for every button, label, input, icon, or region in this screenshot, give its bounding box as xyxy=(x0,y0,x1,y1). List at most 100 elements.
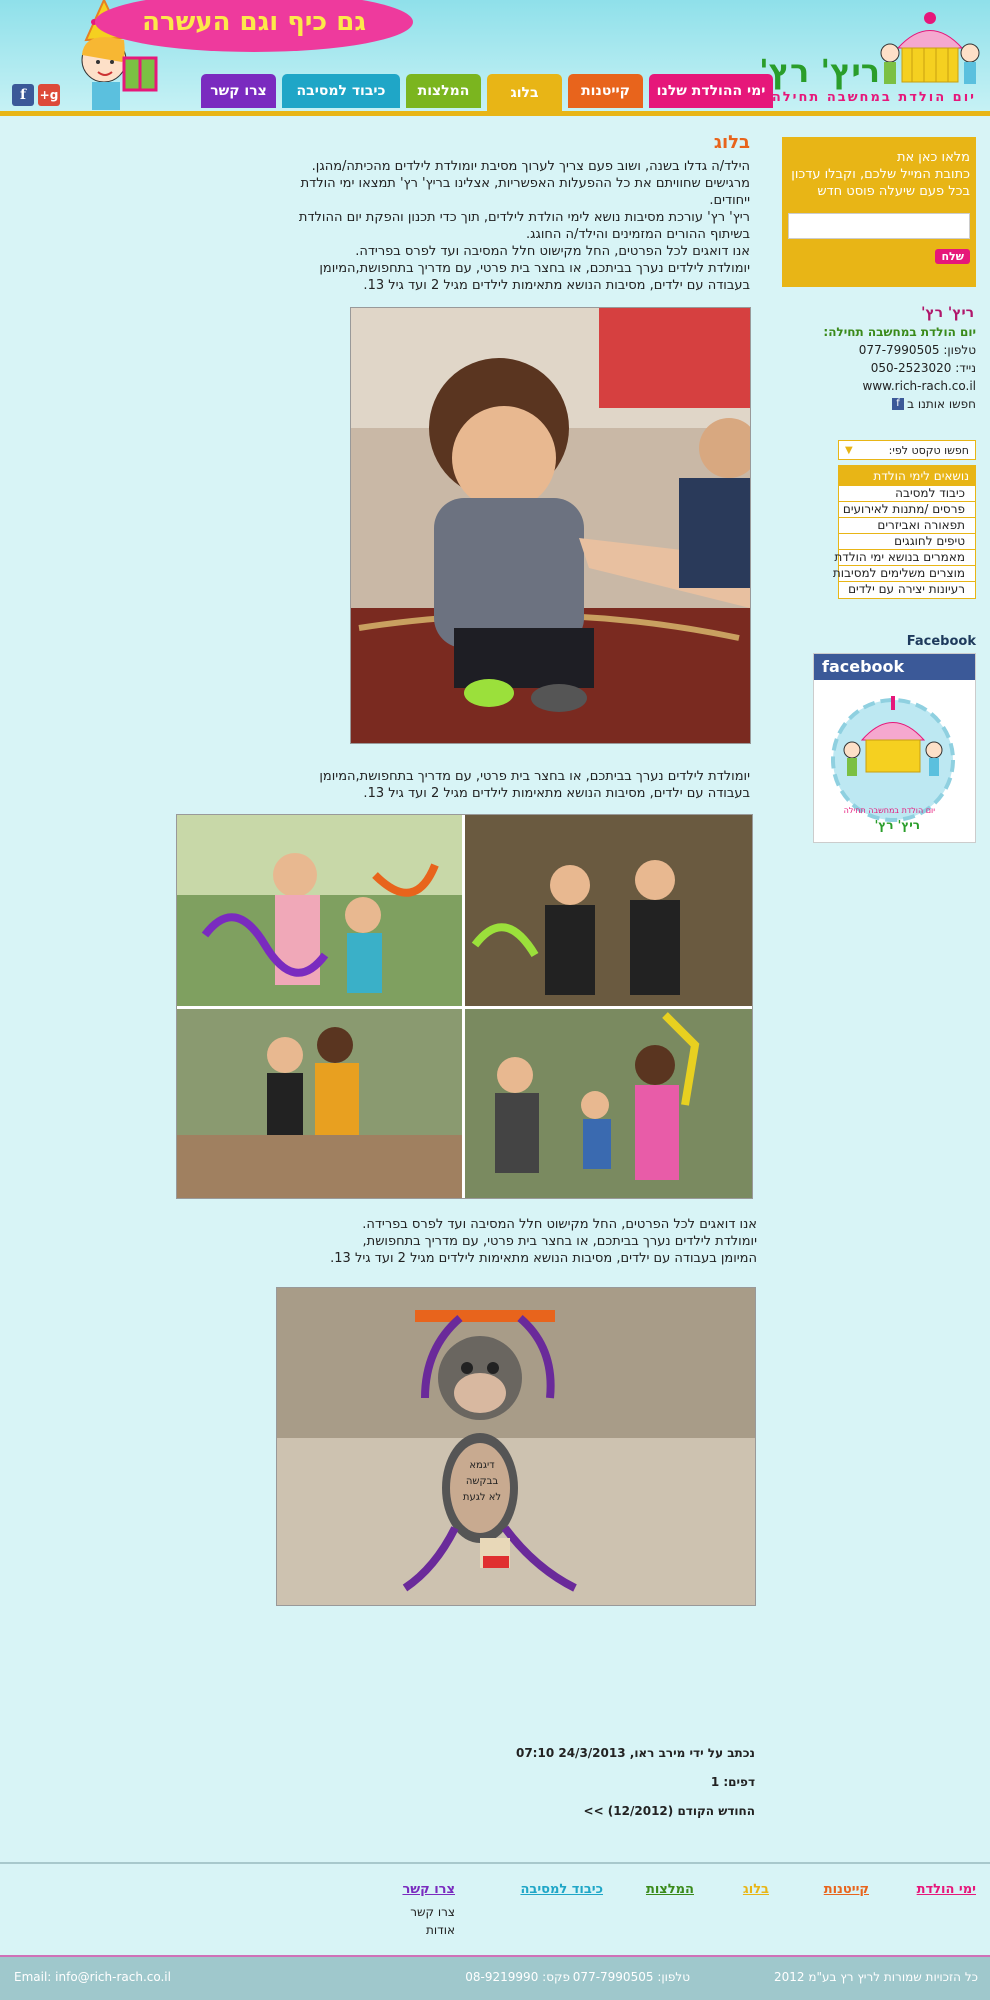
contact-mobile: נייד: 050-2523020 xyxy=(871,361,976,375)
footer-link-recommendations[interactable]: המלצות xyxy=(646,1882,694,1897)
facebook-icon[interactable]: f xyxy=(12,84,34,106)
facebook-brand: facebook xyxy=(814,654,975,680)
nav-label: בלוג xyxy=(510,85,539,101)
facebook-widget[interactable]: facebook יום הולדת במחשבה תחילה ריץ' רץ' xyxy=(813,653,976,843)
text-line: בעבודה עם ילדים, מסיבות הנושא מתאימות לי… xyxy=(363,278,750,293)
cupcake-logo-icon xyxy=(880,12,980,84)
text-line: יומולדת לילדים נערך בביתכם, או בחצר בית … xyxy=(319,769,750,784)
text-line: אנו דואגים לכל הפרטים, החל מקישוט חלל המ… xyxy=(355,244,750,259)
category-item[interactable]: טיפים לחוגגים xyxy=(839,534,975,550)
footer-link-blog[interactable]: בלוג xyxy=(743,1882,769,1897)
categories-title: נושאים לימי הולדת xyxy=(839,466,975,486)
contact-tagline: יום הולדת במחשבה תחילה: xyxy=(823,325,976,339)
footer-link-contact[interactable]: צרו קשר xyxy=(402,1882,455,1897)
nav-label: ימי ההולדת שלנו xyxy=(656,83,766,99)
nav-camps[interactable]: קייטנות xyxy=(568,74,643,108)
text-line: בעבודה עם ילדים, מסיבות הנושא מתאימות לי… xyxy=(363,786,750,801)
footer-sub-about[interactable]: אודות xyxy=(426,1923,455,1937)
photo-collage xyxy=(176,814,753,1199)
pagination: דפים: 1 xyxy=(710,1775,755,1789)
footer-link-birthdays[interactable]: ימי הולדת xyxy=(917,1882,976,1897)
logo-name[interactable]: ריץ' רץ' xyxy=(759,52,880,90)
text-line: המיומן בעבודה עם ילדים, מסיבות הנושא מתא… xyxy=(330,1251,757,1266)
paragraph-2: יומולדת לילדים נערך בביתכם, או בחצר בית … xyxy=(270,768,750,802)
facebook-text: חפשו אותנו ב xyxy=(907,397,976,411)
contact-name: ריץ' רץ' xyxy=(921,305,974,321)
footer-divider xyxy=(0,1862,990,1864)
paragraph-3: אנו דואגים לכל הפרטים, החל מקישוט חלל המ… xyxy=(257,1216,757,1267)
footer-fax: פקס: 08-9219990 xyxy=(465,1970,570,1984)
facebook-widget-name: ריץ' רץ' xyxy=(874,818,920,832)
copyright-text: כל הזכויות שמורות לריץ רץ בע"מ 2012 xyxy=(773,1970,978,1984)
category-item[interactable]: תפאורה ואביזרים xyxy=(839,518,975,534)
text-line: יומולדת לילדים נערך בביתכם, או בחצר בית … xyxy=(362,1234,757,1249)
nav-label: קייטנות xyxy=(581,83,630,99)
select-label: חפשו טקסט לפי: xyxy=(888,443,969,457)
newsletter-submit-button[interactable]: שלח xyxy=(935,249,970,264)
nav-refreshments[interactable]: כיבוד למסיבה xyxy=(282,74,400,108)
post-meta: נכתב על ידי מירב ראו, 24/3/2013 07:10 xyxy=(515,1746,755,1760)
banner-text: גם כיף וגם העשרה xyxy=(142,7,366,37)
category-item[interactable]: מוצרים משלימים למסיבות xyxy=(833,566,975,582)
nav-contact[interactable]: צרו קשר xyxy=(201,74,276,108)
footer-email[interactable]: Email: info@rich-rach.co.il xyxy=(14,1970,171,1984)
nav-blog[interactable]: בלוג xyxy=(487,74,562,112)
craft-text-line: דיגמא xyxy=(469,1460,495,1471)
phone-label: טלפון: xyxy=(943,343,976,357)
prev-month-link[interactable]: החודש הקודם (12/2012) >> xyxy=(584,1804,755,1818)
nav-birthdays[interactable]: ימי ההולדת שלנו xyxy=(649,74,773,108)
footer-link-refreshments[interactable]: כיבוד למסיבה xyxy=(520,1882,603,1897)
nav-recommendations[interactable]: המלצות xyxy=(406,74,481,108)
craft-text-line: בבקשה xyxy=(465,1476,499,1487)
phone-label: טלפון: xyxy=(657,1970,690,1984)
chevron-down-icon: ▼ xyxy=(845,444,853,456)
logo-tagline: יום הולדת במחשבה תחילה xyxy=(771,90,976,105)
photo-monkey-craft: דיגמא בבקשה לא לגעת xyxy=(276,1287,756,1606)
google-plus-icon[interactable]: g+ xyxy=(38,84,60,106)
newsletter-line: מלאו כאן את xyxy=(896,150,970,165)
newsletter-line: כתובת המייל שלכם, וקבלו עדכון xyxy=(791,167,970,182)
footer-sub-contact[interactable]: צרו קשר xyxy=(410,1905,455,1919)
text-line: יומולדת לילדים נערך בביתכם, או בחצר בית … xyxy=(319,261,750,276)
contact-facebook[interactable]: חפשו אותנו בf xyxy=(892,397,976,411)
photo-child-playing xyxy=(350,307,751,744)
search-by-select[interactable]: חפשו טקסט לפי: ▼ xyxy=(838,440,976,460)
newsletter-text: מלאו כאן את כתובת המייל שלכם, וקבלו עדכו… xyxy=(784,149,970,200)
text-line: ריץ' רץ' עורכת מסיבות נושא לימי הולדת לי… xyxy=(298,210,750,225)
category-item[interactable]: כיבוד למסיבה xyxy=(839,486,975,502)
nav-label: כיבוד למסיבה xyxy=(296,83,386,99)
facebook-small-icon: f xyxy=(892,398,905,410)
mobile-value: 050-2523020 xyxy=(870,361,952,375)
email-input[interactable] xyxy=(788,213,970,239)
contact-website[interactable]: www.rich-rach.co.il xyxy=(863,379,976,393)
text-line: הילד/ה גדלו בשנה, ושוב פעם צריך לערוך מס… xyxy=(311,159,750,174)
fax-value: 08-9219990 xyxy=(465,1970,539,1984)
facebook-widget-tagline: יום הולדת במחשבה תחילה xyxy=(843,806,935,815)
text-line: בשיתוף ההורים המזמינים והילד/ה החוגג. xyxy=(526,227,750,242)
text-line: ייחודים. xyxy=(709,193,750,208)
phone-value: 077-7990505 xyxy=(572,1970,654,1984)
page-title: בלוג xyxy=(713,132,750,153)
newsletter-line: בכל פעם שיעלה פוסט חדש xyxy=(817,184,970,199)
categories-list: נושאים לימי הולדת כיבוד למסיבה פרסים /מת… xyxy=(833,465,976,599)
category-item[interactable]: רעיונות יצירה עם ילדים xyxy=(839,582,975,598)
footer-phone: טלפון: 077-7990505 xyxy=(573,1970,690,1984)
header-divider xyxy=(0,111,990,116)
fax-label: פקס: xyxy=(542,1970,570,1984)
category-item[interactable]: מאמרים בנושא ימי הולדת xyxy=(834,550,975,566)
facebook-title: Facebook xyxy=(906,634,976,649)
bottom-bar: כל הזכויות שמורות לריץ רץ בע"מ 2012 טלפו… xyxy=(0,1957,990,2000)
nav-label: צרו קשר xyxy=(210,83,267,99)
contact-phone: טלפון: 077-7990505 xyxy=(859,343,976,357)
intro-paragraph: הילד/ה גדלו בשנה, ושוב פעם צריך לערוך מס… xyxy=(270,158,750,294)
phone-value: 077-7990505 xyxy=(858,343,940,357)
footer-link-camps[interactable]: קייטנות xyxy=(824,1882,869,1897)
nav-label: המלצות xyxy=(417,83,470,99)
mobile-label: נייד: xyxy=(955,361,976,375)
text-line: אנו דואגים לכל הפרטים, החל מקישוט חלל המ… xyxy=(362,1217,757,1232)
text-line: מרגישים שחוויתם את כל ההפעלות האפשריות, … xyxy=(300,176,750,191)
craft-text-line: לא לגעת xyxy=(462,1492,502,1503)
newsletter-box: מלאו כאן את כתובת המייל שלכם, וקבלו עדכו… xyxy=(782,137,976,287)
site-header: גם כיף וגם העשרה ריץ' רץ' יום הולדת במחש… xyxy=(0,0,990,115)
category-item[interactable]: פרסים /מתנות לאירועים xyxy=(839,502,975,518)
